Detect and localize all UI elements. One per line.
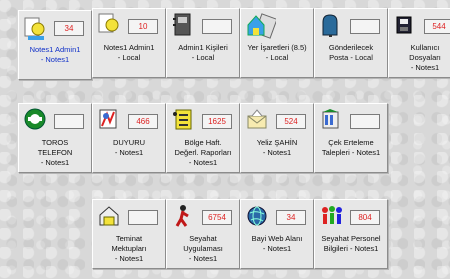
- bookmarks-icon: [246, 13, 278, 39]
- workspace-tile-yer-isaretleri[interactable]: Yer İşaretleri (8.5) - Local: [240, 8, 314, 78]
- notes-user-icon: [24, 17, 46, 41]
- tile-label: Seyahat Uygulaması - Notes1: [183, 234, 223, 263]
- check-cash-icon: [320, 108, 342, 132]
- unread-count-badge: 466: [128, 114, 158, 129]
- mail-envelope-icon: [246, 108, 268, 132]
- workspace-tile-teminat-mektuplari[interactable]: Teminat Mektupları - Notes1: [92, 199, 166, 269]
- workspace-tile-duyuru[interactable]: 466 DUYURU - Notes1: [92, 103, 166, 173]
- tile-label: Bayi Web Alanı - Notes1: [251, 234, 303, 253]
- unread-count-badge: [128, 210, 158, 225]
- user-files-icon: [394, 13, 416, 37]
- workspace-tile-kullanici-dosyalari[interactable]: 544 Kullanıcı Dosyaları - Notes1: [388, 8, 450, 78]
- tile-label: Yer İşaretleri (8.5) - Local: [247, 43, 307, 62]
- unread-count-badge: 804: [350, 210, 380, 225]
- unread-count-badge: 34: [276, 210, 306, 225]
- tile-label: Notes1 Admin1 - Notes1: [29, 45, 81, 64]
- tile-label: Çek Erteleme Talepleri - Notes1: [321, 138, 381, 157]
- unread-count-badge: [202, 19, 232, 34]
- house-letter-icon: [98, 204, 120, 228]
- tile-label: Kullanıcı Dosyaları - Notes1: [409, 43, 441, 72]
- workspace-tile-gonderilecek-posta[interactable]: Gönderilecek Posta - Local: [314, 8, 388, 78]
- workspace-tile-toros-telefon[interactable]: TOROS TELEFON - Notes1: [18, 103, 92, 173]
- phone-icon: [24, 108, 46, 132]
- workspace-tile-notes1-admin1-notes1[interactable]: 34 Notes1 Admin1 - Notes1: [18, 10, 92, 80]
- tile-label: Bölge Haft. Değerl. Raporları - Notes1: [174, 138, 232, 167]
- address-book-icon: [172, 13, 194, 37]
- tile-label: Gönderilecek Posta - Local: [328, 43, 374, 62]
- tile-label: Yeliz ŞAHİN - Notes1: [256, 138, 298, 157]
- tile-label: Seyahat Personel Bilgileri - Notes1: [321, 234, 381, 253]
- unread-count-badge: 1625: [202, 114, 232, 129]
- workspace-tile-seyahat-personel-bilgileri[interactable]: 804 Seyahat Personel Bilgileri - Notes1: [314, 199, 388, 269]
- globe-web-icon: [246, 204, 268, 228]
- workspace-tile-bolge-haft-raporlari[interactable]: 1625 Bölge Haft. Değerl. Raporları - Not…: [166, 103, 240, 173]
- people-group-icon: [320, 204, 342, 228]
- unread-count-badge: [54, 114, 84, 129]
- tile-label: DUYURU - Notes1: [112, 138, 146, 157]
- traveler-icon: [172, 204, 194, 228]
- unread-count-badge: 524: [276, 114, 306, 129]
- tile-label: Admin1 Kişileri - Local: [178, 43, 228, 62]
- tile-label: TOROS TELEFON - Notes1: [37, 138, 73, 167]
- outbox-mailbox-icon: [320, 13, 342, 37]
- tile-label: Notes1 Admin1 - Local: [103, 43, 155, 62]
- unread-count-badge: 544: [424, 19, 450, 34]
- unread-count-badge: [350, 114, 380, 129]
- workspace-tile-admin1-kisileri[interactable]: Admin1 Kişileri - Local: [166, 8, 240, 78]
- report-icon: [172, 108, 194, 132]
- unread-count-badge: 34: [54, 21, 84, 36]
- workspace-tile-cek-erteleme-talepleri[interactable]: Çek Erteleme Talepleri - Notes1: [314, 103, 388, 173]
- unread-count-badge: 10: [128, 19, 158, 34]
- tile-label: Teminat Mektupları - Notes1: [111, 234, 147, 263]
- unread-count-badge: [350, 19, 380, 34]
- workspace-tile-seyahat-uygulamasi[interactable]: 6754 Seyahat Uygulaması - Notes1: [166, 199, 240, 269]
- workspace-tile-notes1-admin1-local[interactable]: 10 Notes1 Admin1 - Local: [92, 8, 166, 78]
- workspace-tile-bayi-web-alani[interactable]: 34 Bayi Web Alanı - Notes1: [240, 199, 314, 269]
- announcement-icon: [98, 108, 120, 132]
- workspace-tile-yeliz-sahin[interactable]: 524 Yeliz ŞAHİN - Notes1: [240, 103, 314, 173]
- unread-count-badge: 6754: [202, 210, 232, 225]
- notes-user-icon: [98, 13, 120, 37]
